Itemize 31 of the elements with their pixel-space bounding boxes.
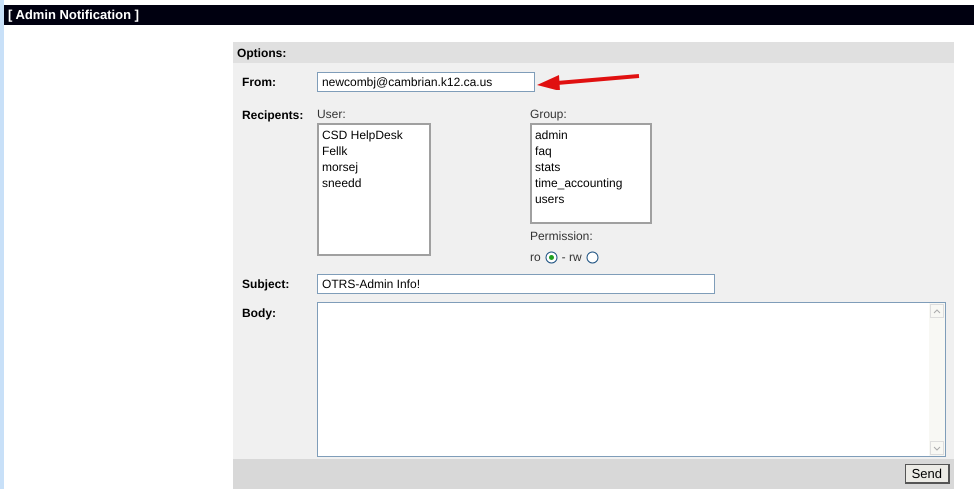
user-list[interactable]: CSD HelpDesk Fellk morsej sneedd	[317, 123, 431, 256]
field-label: From:	[241, 74, 277, 91]
list-option[interactable]: sneedd	[322, 175, 426, 191]
list-option[interactable]: admin	[535, 127, 647, 143]
list-option[interactable]: faq	[535, 143, 647, 159]
field-label: Subject:	[241, 276, 290, 293]
radio-button[interactable]	[544, 250, 558, 264]
scroll-up-icon[interactable]	[933, 308, 941, 314]
send-button[interactable]: Send	[904, 464, 950, 484]
list-option[interactable]: morsej	[322, 159, 426, 175]
list-label: User:	[317, 106, 347, 123]
group-list[interactable]: admin faq stats time_accounting users	[530, 123, 652, 224]
list-option[interactable]: stats	[535, 159, 647, 175]
from-field[interactable]: newcombj@cambrian.k12.ca.us	[317, 72, 535, 92]
permission-label: Permission:	[530, 228, 594, 245]
page-title: [ Admin Notification ]	[8, 6, 139, 24]
field-label: Body:	[241, 305, 277, 322]
radio-button[interactable]	[586, 250, 599, 264]
field-label: Recipents:	[241, 107, 304, 124]
radio-label: - rw	[562, 249, 582, 266]
scroll-down-icon[interactable]	[933, 446, 941, 450]
section-header: Options:	[237, 44, 286, 62]
body-field[interactable]	[317, 302, 946, 457]
list-option[interactable]: Fellk	[322, 143, 426, 159]
radio-label: ro	[530, 249, 541, 266]
scrollbar[interactable]	[929, 303, 945, 456]
list-option[interactable]: users	[535, 191, 647, 207]
list-label: Group:	[530, 106, 568, 123]
list-option[interactable]: CSD HelpDesk	[322, 127, 426, 143]
subject-field[interactable]: OTRS-Admin Info!	[317, 274, 715, 294]
list-option[interactable]: time_accounting	[535, 175, 647, 191]
